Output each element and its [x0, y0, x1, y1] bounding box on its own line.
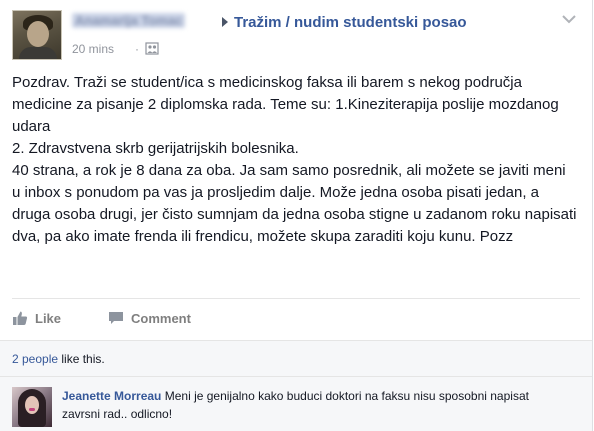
post-header: Anamarija Tomac Tražim / nudim studentsk… [12, 10, 580, 66]
actions-divider [12, 298, 580, 299]
speech-bubble-icon [109, 312, 123, 324]
post-timestamp[interactable]: 20 mins [72, 42, 114, 56]
share-arrow-icon [222, 17, 228, 27]
chevron-down-icon[interactable] [562, 14, 576, 24]
comment-button[interactable]: Comment [108, 308, 191, 328]
comment-item: Jeanette Morreau Meni je genijalno kako … [0, 377, 592, 431]
likes-summary: 2 people like this. [0, 340, 592, 377]
likes-count-link[interactable]: 2 people [12, 352, 58, 366]
meta-separator: · [135, 42, 139, 56]
likes-text: 2 people like this. [12, 352, 105, 366]
post-card: Anamarija Tomac Tražim / nudim studentsk… [0, 0, 593, 431]
like-button[interactable]: Like [12, 308, 61, 328]
commenter-avatar[interactable] [12, 387, 52, 427]
like-label: Like [35, 310, 62, 326]
comment-body: Jeanette Morreau Meni je genijalno kako … [62, 387, 562, 423]
thumbs-up-icon [13, 311, 28, 325]
likes-suffix: like this. [58, 352, 105, 366]
comment-author-link[interactable]: Jeanette Morreau [62, 389, 161, 403]
post-text: Pozdrav. Traži se student/ica s medicins… [12, 74, 577, 245]
author-avatar[interactable] [12, 10, 62, 60]
comment-label: Comment [131, 310, 191, 326]
group-audience-icon[interactable] [145, 42, 159, 55]
author-name-link[interactable]: Anamarija Tomac [72, 13, 186, 28]
group-name-link[interactable]: Tražim / nudim studentski posao [234, 14, 467, 31]
